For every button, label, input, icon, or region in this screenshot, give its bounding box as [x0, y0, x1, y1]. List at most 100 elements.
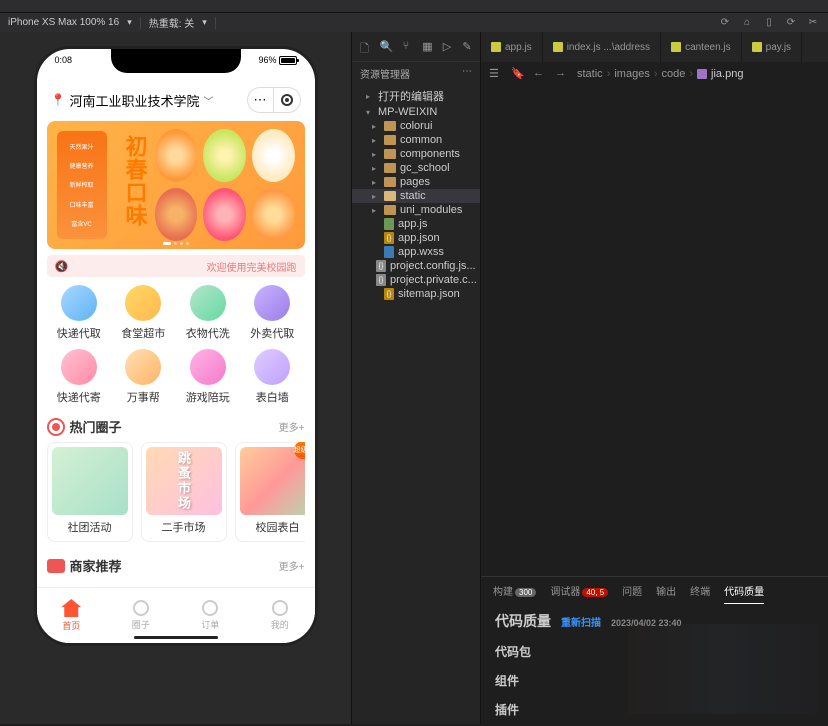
file-project-config[interactable]: {}project.config.js...: [352, 259, 480, 273]
tab-pay-js[interactable]: pay.js: [742, 32, 802, 62]
brush-icon[interactable]: ✎: [462, 40, 472, 53]
term-tab-terminal[interactable]: 终端: [690, 581, 710, 600]
circles-tab-icon: [133, 600, 149, 616]
home-icon[interactable]: ⌂: [740, 16, 754, 30]
refresh-icon[interactable]: ⟳: [718, 16, 732, 30]
project-root[interactable]: ▾MP-WEIXIN: [352, 105, 480, 119]
bottom-panel: 构建300 调试器40, 5 问题 输出 终端 代码质量 代码质量 重新扫描 2…: [481, 576, 828, 724]
editor-area: app.js index.js ...\address canteen.js p…: [481, 32, 828, 724]
folder-icon: [384, 149, 396, 159]
errand-icon: [125, 349, 161, 385]
forward-icon[interactable]: →: [555, 67, 569, 81]
breadcrumb-segment[interactable]: code: [662, 68, 686, 80]
breadcrumb-current[interactable]: jia.png: [711, 68, 743, 80]
circle-market[interactable]: 跳蚤市场二手市场: [141, 442, 227, 542]
term-tab-debugger[interactable]: 调试器40, 5: [550, 581, 608, 600]
term-tab-build[interactable]: 构建300: [493, 581, 536, 600]
search-icon[interactable]: 🔍: [380, 40, 393, 53]
menu-express-pickup[interactable]: 快递代取: [47, 285, 112, 341]
folder-pages[interactable]: ▸pages: [352, 175, 480, 189]
menu-takeout[interactable]: 外卖代取: [240, 285, 305, 341]
folder-static[interactable]: ▸static: [352, 189, 480, 203]
announcement-bar[interactable]: 🔇 欢迎使用完美校园跑: [47, 255, 305, 277]
menu-errand[interactable]: 万事帮: [111, 349, 176, 405]
file-app-json[interactable]: {}app.json: [352, 231, 480, 245]
quality-heading: 代码质量: [495, 611, 551, 631]
tab-circles[interactable]: 圈子: [106, 588, 176, 643]
announcement-text: 欢迎使用完美校园跑: [207, 259, 297, 274]
home-icon: [61, 599, 81, 617]
folder-gc-school[interactable]: ▸gc_school: [352, 161, 480, 175]
file-app-wxss[interactable]: app.wxss: [352, 245, 480, 259]
menu-gaming[interactable]: 游戏陪玩: [176, 349, 241, 405]
menu-confession[interactable]: 表白墙: [240, 349, 305, 405]
breadcrumb-segment[interactable]: images: [614, 68, 649, 80]
terminal-tabs: 构建300 调试器40, 5 问题 输出 终端 代码质量: [481, 577, 828, 603]
mini-program-capsule: ⋯: [247, 87, 301, 113]
menu-laundry[interactable]: 衣物代洗: [176, 285, 241, 341]
clock: 0:08: [55, 55, 73, 65]
express-send-icon: [61, 349, 97, 385]
rotate-icon[interactable]: ⟳: [784, 16, 798, 30]
circle-club[interactable]: 社团活动: [47, 442, 133, 542]
orders-tab-icon: [202, 600, 218, 616]
back-icon[interactable]: ←: [533, 67, 547, 81]
tab-mine[interactable]: 我的: [245, 588, 315, 643]
config-file-icon: {}: [376, 260, 386, 272]
phone-icon[interactable]: ▯: [762, 16, 776, 30]
term-tab-problems[interactable]: 问题: [622, 581, 642, 600]
explorer-menu-icon[interactable]: ⋯: [462, 66, 472, 81]
menu-express-send[interactable]: 快递代寄: [47, 349, 112, 405]
image-file-icon: [697, 69, 707, 79]
folder-icon: [384, 135, 396, 145]
cut-icon[interactable]: ✂: [806, 16, 820, 30]
tab-index-js[interactable]: index.js ...\address: [543, 32, 661, 62]
folder-components[interactable]: ▸components: [352, 147, 480, 161]
tab-app-js[interactable]: app.js: [481, 32, 543, 62]
simulator-panel: 0:08 96% 📍 河南工业职业技术学院 ﹀ ⋯: [0, 32, 351, 724]
device-toolbar[interactable]: iPhone XS Max 100% 16 ▾ 热重载: 关 ▾ ⟳ ⌂ ▯ ⟳…: [0, 12, 828, 32]
hero-banner[interactable]: 天然果汁健康营养新鲜榨取口味丰富富含VC 初春口味: [47, 121, 305, 249]
location-picker[interactable]: 📍 河南工业职业技术学院 ﹀: [51, 91, 214, 110]
files-icon[interactable]: 🗋: [360, 40, 370, 53]
ext-icon[interactable]: ▦: [422, 40, 432, 53]
device-selector[interactable]: iPhone XS Max 100% 16: [8, 17, 119, 28]
tab-home[interactable]: 首页: [37, 588, 107, 643]
bookmark-icon[interactable]: 🔖: [511, 67, 525, 81]
editor-tabs: app.js index.js ...\address canteen.js p…: [481, 32, 828, 62]
home-indicator: [134, 636, 218, 639]
breadcrumb-segment[interactable]: static: [577, 68, 603, 80]
js-file-icon: [384, 218, 394, 230]
tab-orders[interactable]: 订单: [176, 588, 246, 643]
hot-reload[interactable]: 热重载: 关: [149, 15, 195, 30]
layout-icon[interactable]: ☰: [489, 67, 503, 81]
tab-canteen-js[interactable]: canteen.js: [661, 32, 742, 62]
term-tab-quality[interactable]: 代码质量: [724, 581, 764, 600]
file-sitemap[interactable]: {}sitemap.json: [352, 287, 480, 301]
circle-confession[interactable]: 校园表白超级火爆: [235, 442, 305, 542]
editor-body[interactable]: [481, 86, 828, 576]
term-tab-output[interactable]: 输出: [656, 581, 676, 600]
capsule-menu[interactable]: ⋯: [248, 88, 274, 112]
branch-icon[interactable]: ⑂: [403, 40, 413, 53]
shop-icon: [47, 559, 65, 573]
menu-canteen[interactable]: 食堂超市: [111, 285, 176, 341]
folder-colorui[interactable]: ▸colorui: [352, 119, 480, 133]
folder-icon: [384, 205, 396, 215]
folder-uni-modules[interactable]: ▸uni_modules: [352, 203, 480, 217]
play-icon[interactable]: ▷: [443, 40, 453, 53]
open-editors-header[interactable]: ▸打开的编辑器: [352, 87, 480, 105]
battery-icon: [279, 56, 297, 65]
service-grid: 快递代取 食堂超市 衣物代洗 外卖代取 快递代寄 万事帮 游戏陪玩 表白墙: [37, 285, 315, 405]
confession-icon: [254, 349, 290, 385]
file-project-private[interactable]: {}project.private.c...: [352, 273, 480, 287]
file-app-js[interactable]: app.js: [352, 217, 480, 231]
js-file-icon: [491, 42, 501, 52]
circles-more[interactable]: 更多+: [279, 419, 305, 434]
canteen-icon: [125, 285, 161, 321]
carousel-dots: [163, 242, 189, 245]
rescan-button[interactable]: 重新扫描: [561, 614, 601, 629]
folder-common[interactable]: ▸common: [352, 133, 480, 147]
capsule-close[interactable]: [274, 88, 300, 112]
shops-more[interactable]: 更多+: [279, 558, 305, 573]
